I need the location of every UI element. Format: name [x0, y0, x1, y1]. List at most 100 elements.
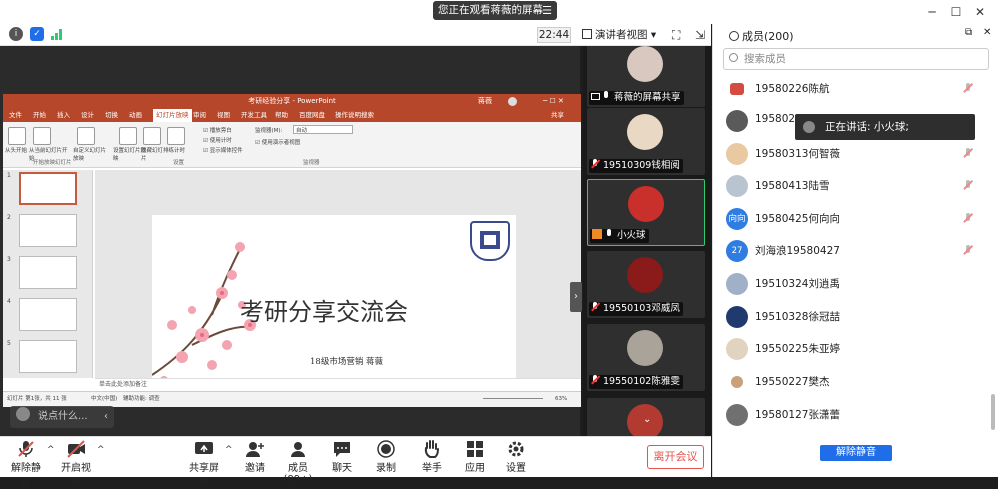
shield-icon[interactable]: ✓: [30, 27, 44, 41]
apps-label: 应用: [465, 463, 485, 474]
unmute-button[interactable]: 解除静音: [8, 440, 44, 489]
chevron-up-icon[interactable]: ^: [47, 445, 55, 455]
unmute-all-button[interactable]: 解除静音: [820, 445, 892, 461]
member-row[interactable]: 19580313何智薇: [713, 140, 985, 166]
member-row[interactable]: 19510324刘逍禹: [713, 270, 985, 296]
invite-button[interactable]: 邀请: [240, 440, 270, 474]
member-row[interactable]: 27 刘海浪19580427: [713, 237, 985, 263]
monitor-label: 监视器(M):: [255, 128, 283, 134]
microphone-muted-icon[interactable]: [963, 83, 975, 93]
unmute-label: 解除静音: [11, 463, 41, 489]
members-scrollbar[interactable]: [991, 394, 995, 430]
setup-show-icon[interactable]: [119, 127, 137, 145]
members-icon: [288, 440, 308, 458]
tab-developer[interactable]: 开发工具: [241, 109, 267, 122]
collapse-video-panel-button[interactable]: ›: [570, 282, 582, 312]
chevron-up-icon[interactable]: ^: [97, 445, 105, 455]
apps-button[interactable]: 应用: [461, 440, 489, 474]
member-name: 刘海浪19580427: [755, 245, 840, 257]
comment-placeholder: 说点什么...: [38, 411, 88, 422]
tab-review[interactable]: 审阅: [193, 109, 206, 122]
leave-meeting-button[interactable]: 离开会议: [647, 445, 704, 469]
tab-insert[interactable]: 插入: [57, 109, 70, 122]
microphone-muted-icon[interactable]: [963, 245, 975, 255]
close-icon[interactable]: ✕: [970, 3, 990, 21]
microphone-muted-icon[interactable]: [963, 148, 975, 158]
show-media-checkbox[interactable]: ☑ 显示媒体控件: [203, 146, 243, 154]
microphone-icon: [602, 91, 611, 101]
slide-thumbnail[interactable]: [19, 214, 77, 247]
member-row[interactable]: 19580127张潇蕾: [713, 401, 985, 427]
monitor-select[interactable]: 自动: [293, 125, 353, 134]
tab-design[interactable]: 设计: [81, 109, 94, 122]
slide-thumbnail[interactable]: [19, 298, 77, 331]
custom-show-icon[interactable]: [77, 127, 95, 145]
tab-help[interactable]: 帮助: [275, 109, 288, 122]
comment-input[interactable]: 说点什么... ‹: [10, 406, 114, 428]
hide-slide-label: 隐藏幻灯片: [141, 148, 164, 162]
play-from-start-icon[interactable]: [8, 127, 26, 145]
microphone-muted-icon[interactable]: [963, 213, 975, 223]
video-tile[interactable]: 19550103邓威凤: [587, 251, 705, 318]
collapse-icon[interactable]: ⇲: [695, 27, 705, 43]
rehearse-icon[interactable]: [167, 127, 185, 145]
member-row[interactable]: 19510328徐冠喆: [713, 303, 985, 329]
tab-baidu[interactable]: 百度网盘: [299, 109, 325, 122]
member-row[interactable]: 19580413陆雪: [713, 172, 985, 198]
slide-thumbnail[interactable]: [19, 340, 77, 373]
start-video-button[interactable]: 开启视频: [58, 440, 94, 489]
presenter-view-checkbox[interactable]: ☑ 使用演示者视图: [255, 138, 300, 146]
tab-file[interactable]: 文件: [9, 109, 22, 122]
slide-thumbnail[interactable]: [19, 256, 77, 289]
video-tile[interactable]: ⌄: [587, 398, 705, 436]
member-row[interactable]: 19580226陈航: [713, 75, 985, 101]
signal-icon[interactable]: [50, 27, 64, 41]
chevron-up-icon[interactable]: ^: [225, 445, 233, 455]
chevron-left-icon[interactable]: ‹: [104, 406, 108, 428]
slide-subtitle: 18级市场营销 蒋薇: [310, 357, 384, 367]
hide-slide-icon[interactable]: [143, 127, 161, 145]
tab-animations[interactable]: 动画: [129, 109, 142, 122]
member-search-input[interactable]: 搜索成员: [723, 48, 989, 70]
tab-search[interactable]: 操作说明搜索: [335, 109, 374, 122]
share-screen-button[interactable]: 共享屏幕: [186, 440, 222, 489]
raise-hand-button[interactable]: 举手: [418, 440, 446, 474]
close-icon[interactable]: ✕: [983, 27, 991, 38]
screen-share-notice[interactable]: 您正在观看蒋薇的屏幕 ☰: [433, 1, 557, 20]
tab-home[interactable]: 开始: [33, 109, 46, 122]
maximize-icon[interactable]: ☐: [946, 3, 966, 21]
slide-thumbnail[interactable]: [19, 172, 77, 205]
fullscreen-icon[interactable]: ⛶: [672, 27, 680, 43]
record-button[interactable]: 录制: [372, 440, 400, 474]
popout-icon[interactable]: ⧉: [965, 27, 972, 38]
chat-button[interactable]: 聊天: [328, 440, 356, 474]
view-mode-dropdown[interactable]: 演讲者视图 ▾: [582, 27, 662, 43]
tab-view[interactable]: 视图: [217, 109, 230, 122]
play-narration-checkbox[interactable]: ☑ 播放旁白: [203, 126, 232, 134]
play-from-current-icon[interactable]: [33, 127, 51, 145]
menu-icon[interactable]: ☰: [542, 1, 552, 20]
avatar: [726, 143, 748, 165]
use-timings-checkbox[interactable]: ☑ 使用计时: [203, 136, 232, 144]
user-icon: [592, 229, 602, 239]
slide-number: 1: [7, 172, 11, 179]
settings-button[interactable]: 设置: [502, 440, 530, 474]
members-button[interactable]: 成员(99+): [276, 440, 320, 485]
zoom-slider[interactable]: [483, 398, 543, 399]
tab-transitions[interactable]: 切换: [105, 109, 118, 122]
video-tile[interactable]: 蒋薇的屏幕共享: [587, 46, 705, 107]
video-tile[interactable]: 19510309钱相阅: [587, 108, 705, 175]
tab-slideshow[interactable]: 幻灯片放映: [153, 109, 192, 122]
ppt-share-button[interactable]: 共享: [551, 109, 564, 122]
member-row[interactable]: 19550227樊杰: [713, 368, 985, 394]
member-row[interactable]: 19550225朱亚婷: [713, 335, 985, 361]
member-row[interactable]: 向向 19580425何向向: [713, 205, 985, 231]
video-tile[interactable]: 19550102陈雅雯: [587, 324, 705, 391]
minimize-icon[interactable]: ─: [922, 3, 942, 21]
info-icon[interactable]: i: [9, 27, 23, 41]
microphone-muted-icon[interactable]: [963, 180, 975, 190]
avatar: 向向: [726, 208, 748, 230]
video-tile-active-speaker[interactable]: 小火球: [587, 179, 705, 246]
notes-pane[interactable]: 单击此处添加备注: [95, 378, 581, 389]
chevron-down-icon[interactable]: ⌄: [643, 414, 651, 425]
